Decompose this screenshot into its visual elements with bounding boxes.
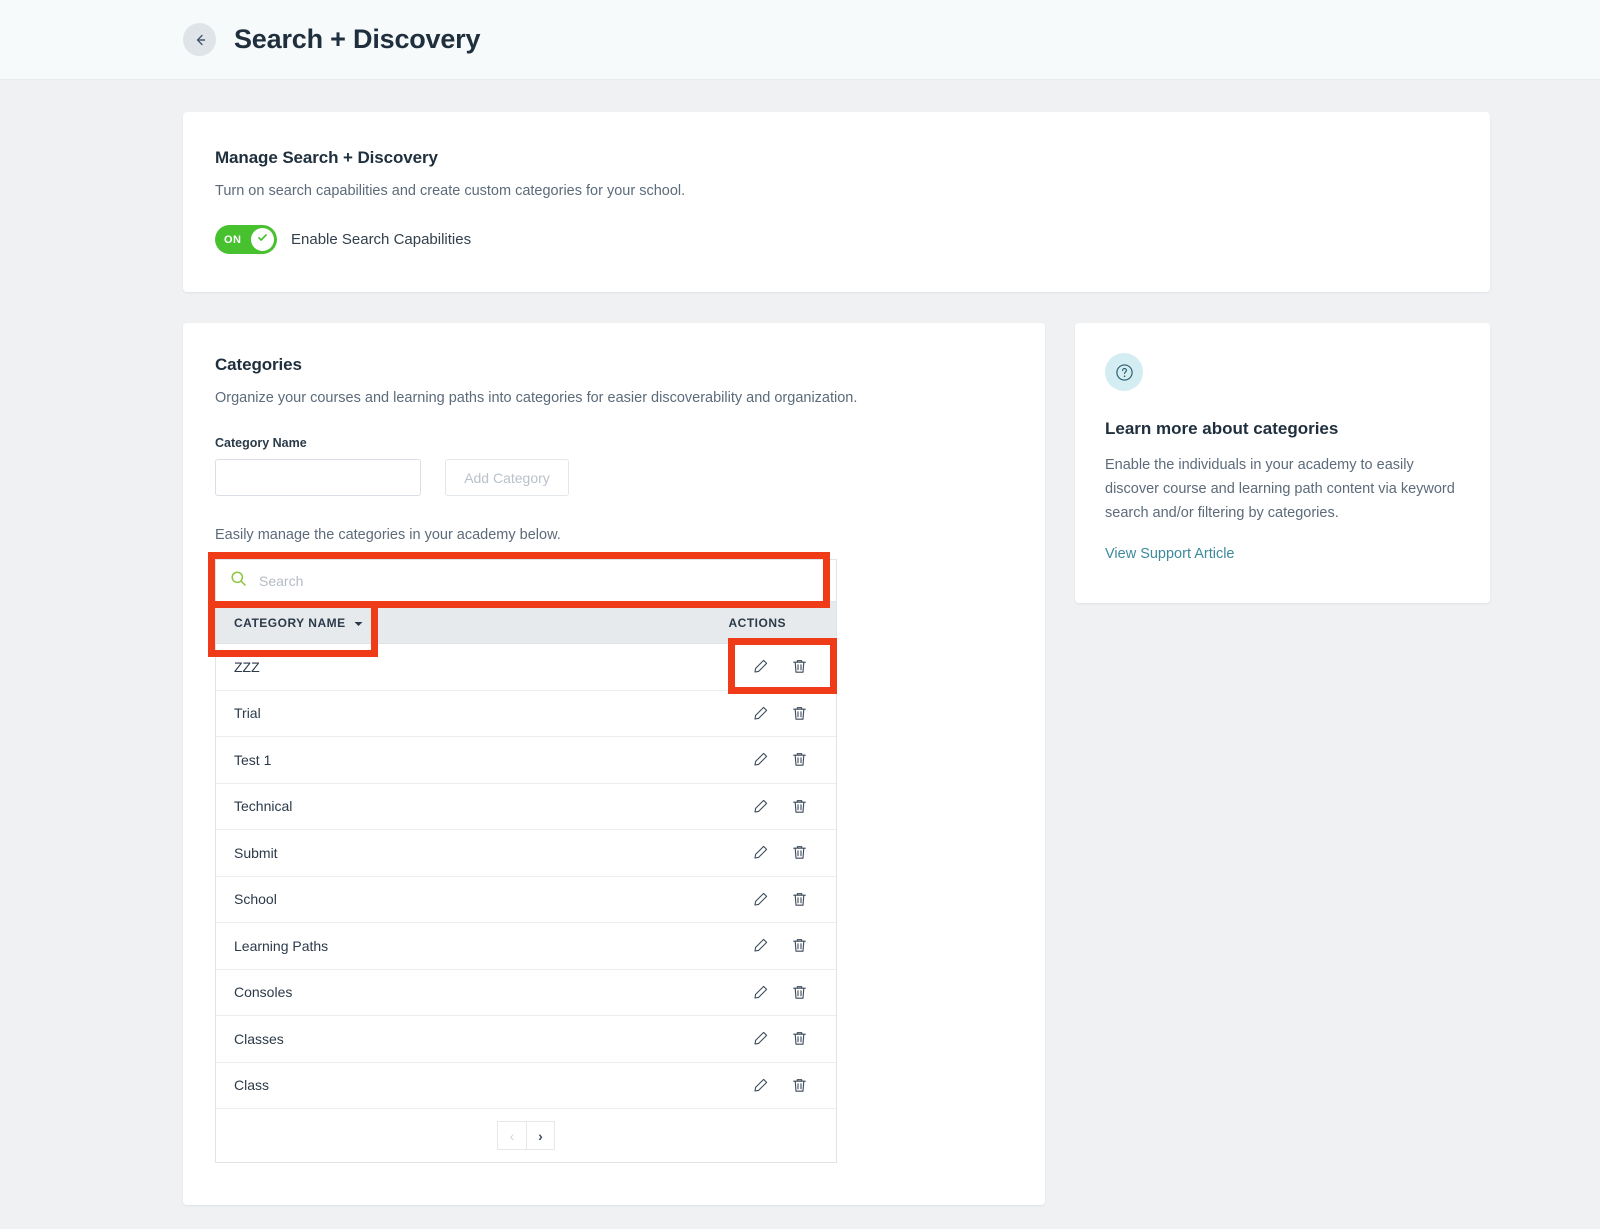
cell-actions bbox=[752, 658, 808, 675]
trash-icon[interactable] bbox=[791, 798, 808, 815]
question-mark-icon bbox=[1105, 353, 1143, 391]
arrow-left-icon bbox=[192, 32, 208, 48]
back-button[interactable] bbox=[183, 23, 216, 56]
edit-pencil-icon[interactable] bbox=[752, 1030, 769, 1047]
check-icon bbox=[256, 231, 269, 249]
table-row[interactable]: Class bbox=[216, 1062, 836, 1109]
cell-category-name: ZZZ bbox=[234, 658, 260, 675]
trash-icon[interactable] bbox=[791, 891, 808, 908]
edit-pencil-icon[interactable] bbox=[752, 891, 769, 908]
pagination: ‹ › bbox=[497, 1121, 555, 1150]
edit-pencil-icon[interactable] bbox=[752, 984, 769, 1001]
learn-more-body: Enable the individuals in your academy t… bbox=[1105, 457, 1455, 521]
table-row[interactable]: Consoles bbox=[216, 969, 836, 1016]
toggle-state-label: ON bbox=[224, 233, 242, 246]
cell-category-name: Consoles bbox=[234, 984, 293, 1001]
trash-icon[interactable] bbox=[791, 751, 808, 768]
cell-actions bbox=[752, 937, 808, 954]
pagination-prev-button[interactable]: ‹ bbox=[497, 1121, 526, 1150]
search-icon bbox=[230, 570, 247, 592]
edit-pencil-icon[interactable] bbox=[752, 751, 769, 768]
manage-search-discovery-card: Manage Search + Discovery Turn on search… bbox=[183, 112, 1490, 292]
category-name-field-label: Category Name bbox=[215, 436, 307, 450]
manage-categories-note: Easily manage the categories in your aca… bbox=[215, 527, 561, 543]
cell-actions bbox=[752, 751, 808, 768]
learn-more-title: Learn more about categories bbox=[1105, 419, 1339, 438]
trash-icon[interactable] bbox=[791, 1077, 808, 1094]
cell-category-name: Class bbox=[234, 1077, 270, 1094]
table-row[interactable]: School bbox=[216, 876, 836, 923]
add-category-button[interactable]: Add Category bbox=[445, 459, 569, 496]
categories-subtitle: Organize your courses and learning paths… bbox=[215, 390, 858, 406]
trash-icon[interactable] bbox=[791, 1030, 808, 1047]
enable-search-label: Enable Search Capabilities bbox=[291, 231, 472, 248]
page-body: Manage Search + Discovery Turn on search… bbox=[0, 80, 1600, 1205]
column-header-category-name-label: CATEGORY NAME bbox=[234, 615, 346, 630]
add-category-row: Add Category bbox=[215, 459, 1045, 496]
enable-search-toggle-row: ON Enable Search Capabilities bbox=[215, 225, 1490, 254]
cell-category-name: Test 1 bbox=[234, 751, 272, 768]
table-row[interactable]: Test 1 bbox=[216, 737, 836, 784]
trash-icon[interactable] bbox=[791, 658, 808, 675]
app-header: Search + Discovery bbox=[0, 0, 1600, 80]
trash-icon[interactable] bbox=[791, 705, 808, 722]
learn-more-card: Learn more about categories Enable the i… bbox=[1075, 323, 1490, 603]
main-columns: Categories Organize your courses and lea… bbox=[183, 323, 1600, 1205]
table-row[interactable]: Technical bbox=[216, 783, 836, 830]
search-input[interactable] bbox=[259, 572, 822, 589]
cell-category-name: Classes bbox=[234, 1030, 284, 1047]
page-title: Search + Discovery bbox=[234, 24, 481, 54]
cell-actions bbox=[752, 891, 808, 908]
cell-category-name: Submit bbox=[234, 844, 278, 861]
toggle-knob bbox=[251, 228, 274, 251]
table-footer: ‹ › bbox=[215, 1109, 837, 1163]
cell-category-name: Trial bbox=[234, 705, 261, 722]
trash-icon[interactable] bbox=[791, 844, 808, 861]
manage-section-title: Manage Search + Discovery bbox=[215, 148, 438, 167]
edit-pencil-icon[interactable] bbox=[752, 705, 769, 722]
edit-pencil-icon[interactable] bbox=[752, 844, 769, 861]
table-body: ZZZ Trial Test 1 Technical Submit School… bbox=[215, 643, 837, 1109]
cell-category-name: School bbox=[234, 891, 277, 908]
pagination-next-button[interactable]: › bbox=[526, 1121, 555, 1150]
categories-title: Categories bbox=[215, 355, 302, 374]
column-header-actions: ACTIONS bbox=[728, 615, 786, 630]
cell-category-name: Learning Paths bbox=[234, 937, 329, 954]
edit-pencil-icon[interactable] bbox=[752, 937, 769, 954]
cell-actions bbox=[752, 705, 808, 722]
edit-pencil-icon[interactable] bbox=[752, 798, 769, 815]
cell-actions bbox=[752, 844, 808, 861]
table-row[interactable]: Classes bbox=[216, 1016, 836, 1063]
table-search-box bbox=[215, 559, 837, 601]
cell-category-name: Technical bbox=[234, 798, 293, 815]
trash-icon[interactable] bbox=[791, 984, 808, 1001]
edit-pencil-icon[interactable] bbox=[752, 1077, 769, 1094]
table-row[interactable]: Submit bbox=[216, 830, 836, 877]
caret-down-icon bbox=[354, 616, 363, 630]
manage-section-subtitle: Turn on search capabilities and create c… bbox=[215, 183, 686, 199]
enable-search-toggle[interactable]: ON bbox=[215, 225, 277, 254]
cell-actions bbox=[752, 798, 808, 815]
edit-pencil-icon[interactable] bbox=[752, 658, 769, 675]
category-name-input[interactable] bbox=[215, 459, 421, 496]
trash-icon[interactable] bbox=[791, 937, 808, 954]
categories-card: Categories Organize your courses and lea… bbox=[183, 323, 1045, 1205]
column-header-category-name[interactable]: CATEGORY NAME bbox=[216, 616, 363, 630]
cell-actions bbox=[752, 1077, 808, 1094]
table-row[interactable]: Learning Paths bbox=[216, 923, 836, 970]
cell-actions bbox=[752, 984, 808, 1001]
table-row[interactable]: ZZZ bbox=[216, 644, 836, 691]
table-header-row: CATEGORY NAME ACTIONS bbox=[215, 601, 837, 643]
table-row[interactable]: Trial bbox=[216, 690, 836, 737]
view-support-article-link[interactable]: View Support Article bbox=[1105, 546, 1235, 562]
categories-table: CATEGORY NAME ACTIONS ZZZ bbox=[208, 552, 837, 1163]
cell-actions bbox=[752, 1030, 808, 1047]
